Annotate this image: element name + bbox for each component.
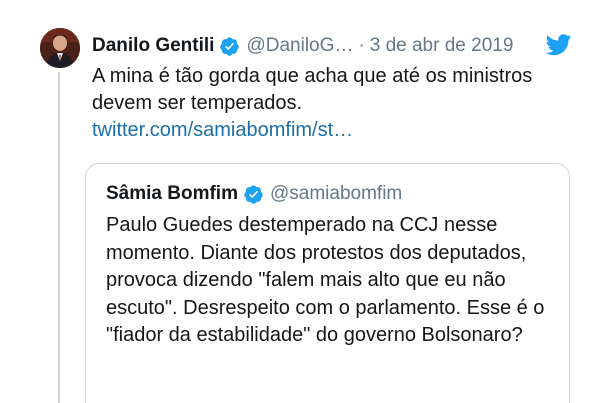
thread-line — [58, 72, 60, 403]
tweet-text: A mina é tão gorda que acha que até os m… — [92, 65, 533, 114]
twitter-bird-icon[interactable] — [546, 34, 572, 56]
verified-badge-icon — [244, 184, 263, 204]
quoted-author-handle[interactable]: @samiabomfim — [270, 183, 402, 205]
quoted-author-name[interactable]: Sâmia Bomfim — [106, 183, 238, 205]
avatar[interactable] — [40, 28, 80, 68]
tweet-header: Danilo Gentili @DaniloG… · 3 de abr de 2… — [92, 34, 513, 58]
author-handle[interactable]: @DaniloG… — [246, 35, 353, 57]
tweet-body: A mina é tão gorda que acha que até os m… — [92, 63, 572, 144]
author-name[interactable]: Danilo Gentili — [92, 35, 214, 57]
tweet-date[interactable]: 3 de abr de 2019 — [370, 35, 514, 57]
tweet-card: Danilo Gentili @DaniloG… · 3 de abr de 2… — [0, 0, 600, 403]
tweet-link[interactable]: twitter.com/samiabomfim/st… — [92, 119, 353, 141]
separator-dot: · — [358, 35, 365, 56]
quoted-tweet-header: Sâmia Bomfim @samiabomfim — [106, 182, 402, 206]
verified-badge-icon — [220, 36, 240, 56]
quoted-tweet-text: Paulo Guedes destemperado na CCJ nesse m… — [106, 214, 545, 346]
quoted-tweet-card[interactable]: Sâmia Bomfim @samiabomfim Paulo Guedes d… — [85, 163, 570, 403]
